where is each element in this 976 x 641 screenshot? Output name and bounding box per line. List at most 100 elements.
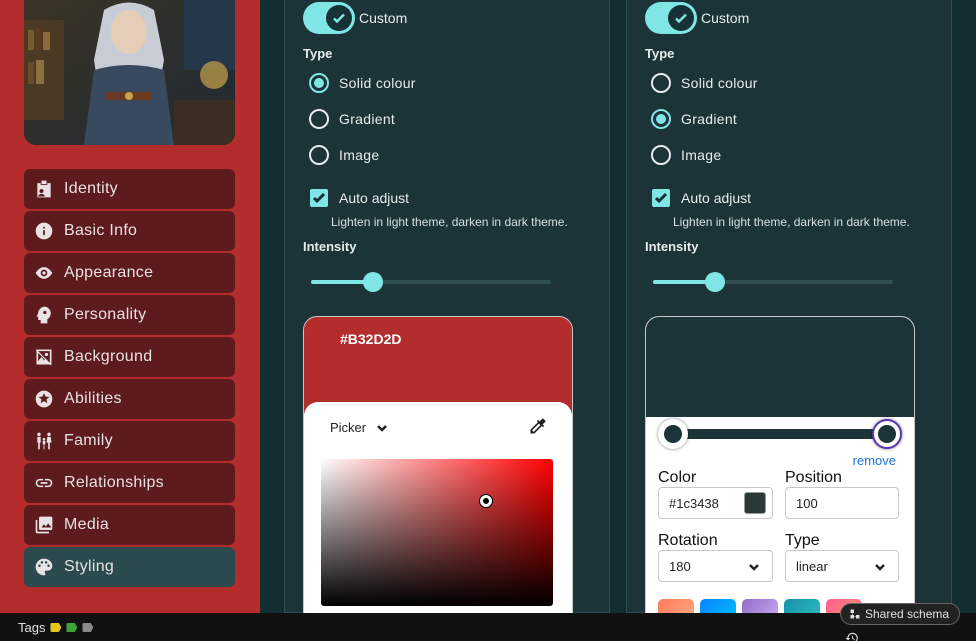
auto-adjust-label: Auto adjust <box>681 190 752 206</box>
shared-schema-label: Shared schema <box>865 607 950 621</box>
intensity-slider[interactable] <box>311 271 551 293</box>
auto-adjust-help: Lighten in light theme, darken in dark t… <box>673 215 910 229</box>
type-field-label: Type <box>785 532 820 549</box>
saturation-value-area[interactable] <box>321 459 553 606</box>
sidebar-item-label: Abilities <box>64 390 122 407</box>
sidebar-item-styling[interactable]: Styling <box>24 547 235 587</box>
eye-icon <box>33 262 55 284</box>
radio-solid-colour[interactable] <box>651 73 671 93</box>
schema-icon <box>850 609 860 619</box>
gradient-editor-card: remove Color #1c3438 Position 100 Rotati… <box>645 316 915 616</box>
radio-gradient[interactable] <box>309 109 329 129</box>
sidebar-item-label: Personality <box>64 306 147 323</box>
slider-thumb[interactable] <box>705 272 726 292</box>
info-icon <box>33 220 55 242</box>
palette-icon <box>33 556 55 578</box>
rotation-select[interactable]: 180 <box>658 550 773 582</box>
auto-adjust-help: Lighten in light theme, darken in dark t… <box>331 215 568 229</box>
radio-gradient-label: Gradient <box>681 111 738 127</box>
tag-icon[interactable] <box>82 623 94 632</box>
rotation-field-label: Rotation <box>658 532 718 549</box>
sidebar-item-label: Background <box>64 348 153 365</box>
sidebar-item-appearance[interactable]: Appearance <box>24 253 235 293</box>
sidebar-item-basic-info[interactable]: Basic Info <box>24 211 235 251</box>
sidebar-item-relationships[interactable]: Relationships <box>24 463 235 503</box>
type-select-value: linear <box>796 558 828 574</box>
radio-image-label: Image <box>681 147 722 163</box>
auto-adjust-checkbox[interactable] <box>652 189 670 207</box>
sidebar-item-label: Styling <box>64 558 115 575</box>
gradient-bar[interactable] <box>672 429 888 439</box>
position-field-label: Position <box>785 469 842 486</box>
family-icon <box>33 430 55 452</box>
chevron-down-icon <box>875 564 885 571</box>
radio-gradient-label: Gradient <box>339 111 396 127</box>
sidebar-item-personality[interactable]: Personality <box>24 295 235 335</box>
type-label: Type <box>645 46 675 61</box>
shared-schema-button[interactable]: Shared schema <box>840 603 961 625</box>
custom-toggle[interactable] <box>303 2 355 34</box>
sidebar-item-label: Appearance <box>64 264 154 281</box>
picker-mode-value: Picker <box>330 420 367 435</box>
type-select[interactable]: linear <box>785 550 899 582</box>
color-field-value: #1c3438 <box>669 495 719 511</box>
auto-adjust-label: Auto adjust <box>339 190 410 206</box>
custom-toggle-label: Custom <box>359 10 408 26</box>
sidebar-item-label: Media <box>64 516 110 533</box>
link-icon <box>33 472 55 494</box>
intensity-label: Intensity <box>645 239 699 254</box>
custom-toggle-label: Custom <box>701 10 750 26</box>
sidebar: Identity Basic Info Appearance Personali… <box>0 0 260 613</box>
gradient-stop-start[interactable] <box>658 419 688 449</box>
radio-gradient[interactable] <box>651 109 671 129</box>
check-icon <box>668 5 694 31</box>
sidebar-item-label: Identity <box>64 180 118 197</box>
radio-image[interactable] <box>651 145 671 165</box>
radio-image[interactable] <box>309 145 329 165</box>
sidebar-item-background[interactable]: Background <box>24 337 235 377</box>
sidebar-item-label: Basic Info <box>64 222 138 239</box>
eyedropper-icon[interactable] <box>528 416 548 436</box>
color-hex-label: #B32D2D <box>340 331 402 347</box>
color-picker: Picker <box>304 402 572 615</box>
slider-thumb[interactable] <box>363 272 384 292</box>
sidebar-item-abilities[interactable]: Abilities <box>24 379 235 419</box>
chevron-down-icon <box>749 564 759 571</box>
character-portrait <box>24 0 235 145</box>
sidebar-item-family[interactable]: Family <box>24 421 235 461</box>
sidebar-item-label: Relationships <box>64 474 164 491</box>
tags-label: Tags <box>18 620 46 635</box>
background-style-panel-1: Custom Type Solid colour Gradient Image … <box>284 0 610 616</box>
radio-solid-colour[interactable] <box>309 73 329 93</box>
history-icon[interactable] <box>845 631 859 641</box>
stop-color-dot <box>878 425 896 443</box>
color-swatch-button[interactable] <box>744 492 766 514</box>
intensity-slider[interactable] <box>653 271 893 293</box>
tags-area: Tags <box>18 620 94 635</box>
radio-image-label: Image <box>339 147 380 163</box>
auto-adjust-checkbox[interactable] <box>310 189 328 207</box>
rotation-select-value: 180 <box>669 558 691 574</box>
background-style-panel-2: Custom Type Solid colour Gradient Image … <box>626 0 952 616</box>
tag-icon[interactable] <box>50 623 62 632</box>
portrait-image <box>24 0 235 145</box>
sidebar-item-media[interactable]: Media <box>24 505 235 545</box>
custom-toggle[interactable] <box>645 2 697 34</box>
position-field-value: 100 <box>796 495 818 511</box>
sidebar-item-label: Family <box>64 432 113 449</box>
position-field[interactable]: 100 <box>785 487 899 519</box>
saturation-handle[interactable] <box>480 495 492 507</box>
gradient-stop-end[interactable] <box>872 419 902 449</box>
sidebar-item-identity[interactable]: Identity <box>24 169 235 209</box>
radio-solid-colour-label: Solid colour <box>681 75 758 91</box>
status-bar: Tags <box>0 613 976 641</box>
remove-stop-link[interactable]: remove <box>853 453 896 468</box>
color-field-label: Color <box>658 469 697 486</box>
picker-mode-select[interactable]: Picker <box>330 420 388 435</box>
radio-solid-colour-label: Solid colour <box>339 75 416 91</box>
gradient-preview <box>646 317 914 417</box>
intensity-label: Intensity <box>303 239 357 254</box>
tag-icon[interactable] <box>66 623 78 632</box>
type-label: Type <box>303 46 333 61</box>
color-field[interactable]: #1c3438 <box>658 487 773 519</box>
